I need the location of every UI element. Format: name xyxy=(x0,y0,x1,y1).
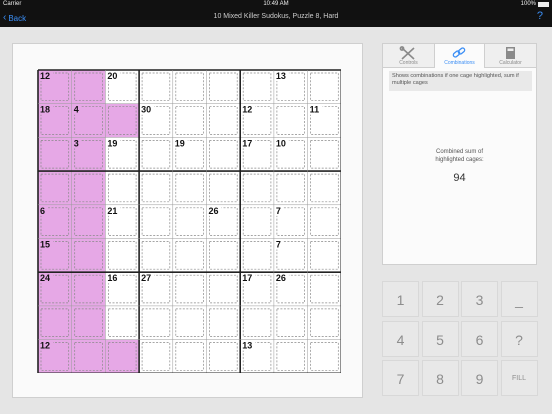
cage-sum-label: 30 xyxy=(141,105,151,115)
combined-sum-value: 94 xyxy=(453,172,466,184)
calculator-icon xyxy=(506,47,515,59)
puzzle-card: 12 20 13 18 4 30 12 11 3 19 19 17 10 6 21 26 7 15 7 24 16 27 1… xyxy=(12,43,363,398)
battery-icon xyxy=(538,2,549,7)
cage-sum-label: 17 xyxy=(242,273,252,283)
combined-sum-label: Combined sum of highlighted cages: xyxy=(383,148,536,164)
tab-calculator-label: Calculator xyxy=(499,60,522,66)
highlighted-cell xyxy=(38,137,72,172)
highlighted-cell xyxy=(71,272,106,306)
cage-sum-label: 12 xyxy=(40,341,50,351)
key-8[interactable]: 8 xyxy=(421,360,459,396)
cage-sum-label: 20 xyxy=(107,71,117,81)
combined-sum-label-line2: highlighted cages: xyxy=(435,157,484,163)
battery-percent: 100% xyxy=(520,1,536,7)
cage-sum-label: 13 xyxy=(242,341,252,351)
tab-controls-label: Controls xyxy=(399,60,418,66)
number-keypad: 1 2 3 _ 4 5 6? 7 8 9 FILL xyxy=(382,281,538,399)
combined-sum-label-line1: Combined sum of xyxy=(435,149,484,155)
key-9[interactable]: 9 xyxy=(461,360,498,396)
key-6[interactable]: 6 xyxy=(461,320,498,357)
cage-sum-label: 13 xyxy=(276,71,286,81)
tab-calculator[interactable]: Calculator xyxy=(485,44,536,68)
key-5[interactable]: 5 xyxy=(421,320,459,357)
key-4[interactable]: 4 xyxy=(382,320,419,357)
cage-sum-label: 24 xyxy=(40,273,50,283)
navigation-bar: ‹ Back 10 Mixed Killer Sudokus, Puzzle 8… xyxy=(0,10,552,27)
cage-sum-label: 11 xyxy=(310,105,320,115)
cage-sum-label: 19 xyxy=(107,138,117,148)
tab-combinations[interactable]: Combinations xyxy=(434,44,485,68)
cage-sum-label: 19 xyxy=(175,138,185,148)
cage-sum-label: 15 xyxy=(40,240,50,250)
key-2[interactable]: 2 xyxy=(421,281,459,317)
page-title: 10 Mixed Killer Sudokus, Puzzle 8, Hard xyxy=(213,13,339,20)
highlighted-cell xyxy=(71,171,106,205)
cage-sum-label: 7 xyxy=(276,206,281,216)
clock: 10:49 AM xyxy=(263,1,289,7)
cage-sum-label: 27 xyxy=(141,273,151,283)
cage-sum-label: 6 xyxy=(40,206,45,216)
cage-sum-label: 12 xyxy=(40,71,50,81)
cage-sum-label: 17 xyxy=(242,138,252,148)
help-button[interactable]: ? xyxy=(537,10,543,22)
highlighted-cell xyxy=(38,305,72,340)
key-question[interactable]: ? xyxy=(500,320,538,357)
key-3[interactable]: 3 xyxy=(461,281,498,317)
tools-icon xyxy=(399,46,415,60)
cage-sum-label: 26 xyxy=(209,206,219,216)
link-icon xyxy=(452,47,466,58)
key-7[interactable]: 7 xyxy=(382,360,419,396)
tab-combinations-label: Combinations xyxy=(444,60,475,66)
highlighted-cell xyxy=(71,339,106,373)
highlighted-cell xyxy=(71,238,106,273)
tab-controls[interactable]: Controls xyxy=(383,44,434,68)
highlighted-cell xyxy=(71,70,106,104)
side-panel: Controls Combinations Calculator Shows c… xyxy=(382,43,537,265)
cage-sum-label: 3 xyxy=(74,138,79,148)
cage-sum-label: 16 xyxy=(107,273,117,283)
highlighted-cell xyxy=(71,305,106,340)
cage-sum-label: 21 xyxy=(107,206,117,216)
cage-sum-label: 4 xyxy=(74,105,79,115)
key-underscore[interactable]: _ xyxy=(500,281,538,317)
highlighted-cell xyxy=(105,339,140,373)
cage-sum-label: 18 xyxy=(40,105,50,115)
panel-tabs: Controls Combinations Calculator xyxy=(383,44,536,68)
fill-button[interactable]: FILL xyxy=(500,360,538,396)
cage-sum-label: 26 xyxy=(276,273,286,283)
cage-sum-label: 12 xyxy=(242,105,252,115)
sudoku-board[interactable]: 12 20 13 18 4 30 12 11 3 19 19 17 10 6 21 26 7 15 7 24 16 27 1… xyxy=(37,69,341,373)
highlighted-cell xyxy=(105,103,140,138)
combinations-info: Shows combinations if one cage highlight… xyxy=(389,71,532,91)
key-1[interactable]: 1 xyxy=(382,281,419,317)
cage-sum-label: 10 xyxy=(276,138,286,148)
status-bar: Carrier 10:49 AM 100% xyxy=(0,0,552,10)
highlighted-cell xyxy=(38,171,72,205)
cage-sum-label: 7 xyxy=(276,240,281,250)
highlighted-cell xyxy=(71,204,106,239)
